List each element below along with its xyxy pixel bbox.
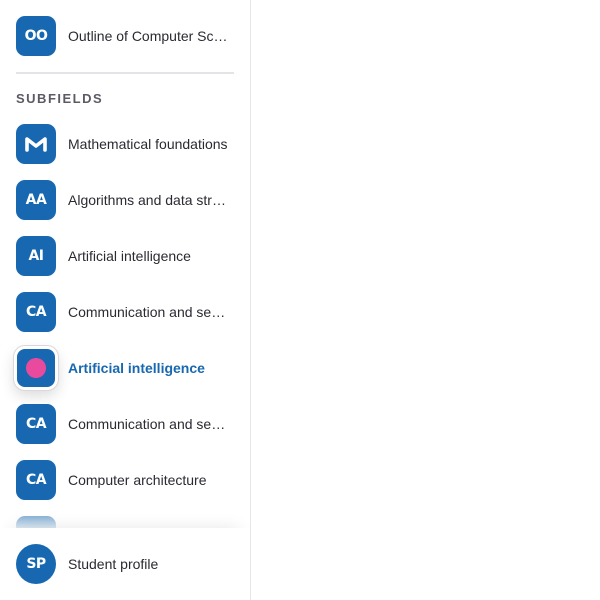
main-content-area [251,0,600,600]
communication-security-icon: CA [16,292,56,332]
subfield-label: Communication and security [68,304,228,320]
subfield-label-active: Artificial intelligence [68,360,205,376]
sidebar-footer: SP Student profile [0,528,250,600]
subfield-item-active-dragging[interactable]: Artificial intelligence [0,340,250,396]
app-window: OO Outline of Computer Science SUBFIELDS… [0,0,600,600]
subfield-item-communication-security-2[interactable]: CA Communication and security [0,396,250,452]
subfield-label: Mathematical foundations [68,136,228,152]
mathematical-foundations-icon [16,124,56,164]
sidebar-divider [16,72,234,74]
section-heading-subfields: SUBFIELDS [16,91,104,106]
course-icon: OO [16,16,56,56]
student-profile-label: Student profile [68,556,159,572]
dragging-dot-icon [26,358,46,378]
computer-architecture-icon: CA [16,460,56,500]
student-profile-item[interactable]: SP Student profile [0,536,250,592]
subfield-label: Communication and security [68,416,228,432]
subfield-label: Algorithms and data structures [68,192,228,208]
active-subfield-icon [14,346,58,390]
communication-security-icon: CA [16,404,56,444]
subfield-item-communication-security[interactable]: CA Communication and security [0,284,250,340]
sidebar: OO Outline of Computer Science SUBFIELDS… [0,0,251,600]
subfield-item-artificial-intelligence[interactable]: AI Artificial intelligence [0,228,250,284]
subfield-item-algorithms[interactable]: AA Algorithms and data structures [0,172,250,228]
scroll-fade [0,500,250,530]
course-outline-label: Outline of Computer Science [68,28,228,44]
subfield-item-mathematical-foundations[interactable]: Mathematical foundations [0,116,250,172]
profile-avatar-icon: SP [16,544,56,584]
m-glyph-icon [25,137,47,152]
artificial-intelligence-icon: AI [16,236,56,276]
subfield-label: Artificial intelligence [68,248,191,264]
algorithms-icon: AA [16,180,56,220]
course-outline-item[interactable]: OO Outline of Computer Science [0,8,250,64]
